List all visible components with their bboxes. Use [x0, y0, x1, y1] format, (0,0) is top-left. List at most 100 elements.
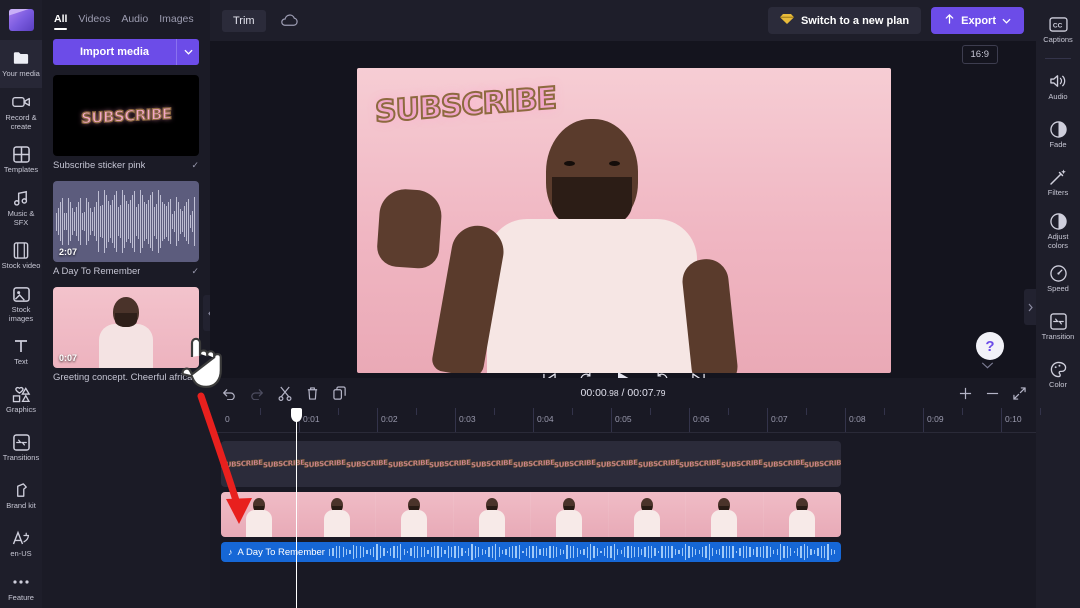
right-item-label: Fade — [1049, 140, 1067, 150]
media-thumbnail[interactable]: 2:07 — [53, 181, 199, 262]
sticker-frame: SUBSCRIBE — [762, 458, 805, 470]
playhead[interactable] — [291, 408, 302, 608]
ruler-tick-label: 0:09 — [927, 414, 944, 424]
right-item-audio[interactable]: Audio — [1037, 63, 1079, 111]
sidebar-item-text[interactable]: Text — [0, 328, 42, 376]
trash-icon[interactable] — [306, 386, 319, 401]
right-item-filters[interactable]: Filters — [1037, 159, 1079, 207]
right-item-captions[interactable]: CC Captions — [1037, 6, 1079, 54]
time-separator: / — [618, 387, 628, 399]
ruler-tick-label: 0:04 — [537, 414, 554, 424]
plus-icon[interactable] — [959, 387, 972, 400]
import-media-button[interactable]: Import media — [53, 39, 176, 65]
current-time: 00:00 — [580, 387, 607, 399]
total-time: 00:07 — [627, 387, 654, 399]
ruler-subtick — [806, 408, 807, 415]
right-item-color[interactable]: Color — [1037, 351, 1079, 399]
tab-images[interactable]: Images — [159, 13, 193, 30]
transition-icon — [12, 433, 30, 451]
duplicate-icon[interactable] — [333, 385, 347, 401]
sidebar-item-stock-images[interactable]: Stock images — [0, 280, 42, 328]
export-label: Export — [961, 14, 996, 27]
ruler-subtick — [1040, 408, 1041, 415]
ruler-tick-label: 0:10 — [1005, 414, 1022, 424]
aspect-ratio-button[interactable]: 16:9 — [961, 45, 998, 64]
collapse-right-panel-button[interactable] — [1024, 289, 1036, 325]
tab-videos[interactable]: Videos — [78, 13, 110, 30]
sidebar-item-stock-video[interactable]: Stock video — [0, 232, 42, 280]
ruler-tick-label: 0:08 — [849, 414, 866, 424]
right-item-speed[interactable]: Speed — [1037, 255, 1079, 303]
folder-icon — [12, 49, 30, 67]
sidebar-label: Record & create — [5, 113, 37, 131]
right-item-adjust-colors[interactable]: Adjust colors — [1037, 207, 1079, 255]
export-button[interactable]: Export — [931, 7, 1024, 34]
sidebar-item-feature[interactable]: Feature — [0, 568, 42, 608]
check-icon: ✓ — [191, 266, 199, 276]
tab-audio[interactable]: Audio — [121, 13, 148, 30]
media-thumbnail[interactable]: SUBSCRIBE — [53, 75, 199, 156]
sticker-frame: SUBSCRIBE — [554, 458, 596, 470]
palette-icon — [1050, 360, 1067, 378]
sticker-frame: SUBSCRIBE — [720, 458, 763, 470]
sticker-frame: SUBSCRIBE — [679, 458, 721, 470]
chevron-down-icon[interactable] — [176, 39, 199, 65]
timeline-ruler[interactable]: 0 0:01 0:02 0:03 0:04 0:05 0:06 0:07 0:08 0:09 0:1… — [210, 408, 1041, 433]
ruler-tick — [845, 408, 846, 432]
sidebar-item-templates[interactable]: Templates — [0, 136, 42, 184]
media-item-subscribe-sticker[interactable]: SUBSCRIBE Subscribe sticker pink ✓ — [53, 75, 199, 171]
sidebar-item-your-media[interactable]: Your media — [0, 40, 42, 88]
audio-waveform — [325, 542, 841, 562]
video-frame — [299, 492, 376, 537]
speaker-icon — [1049, 72, 1068, 90]
sidebar-item-record-create[interactable]: Record & create — [0, 88, 42, 136]
switch-plan-button[interactable]: Switch to a new plan — [767, 7, 922, 34]
sidebar-item-graphics[interactable]: Graphics — [0, 376, 42, 424]
chevron-down-icon[interactable] — [981, 356, 994, 374]
sidebar-label: Text — [14, 357, 28, 367]
video-preview-stage[interactable]: SUBSCRIBE — [357, 68, 891, 373]
media-item-a-day-to-remember[interactable]: 2:07 A Day To Remember ✓ — [53, 181, 199, 277]
transition-icon — [1049, 312, 1067, 330]
timeline-track-sticker[interactable]: SUBSCRIBE SUBSCRIBE SUBSCRIBE SUBSCRIBE SUBS… — [221, 441, 841, 487]
right-item-label: Filters — [1047, 188, 1069, 198]
scissors-icon[interactable] — [278, 386, 292, 401]
sidebar-item-music-sfx[interactable]: Music & SFX — [0, 184, 42, 232]
ruler-tick — [689, 408, 690, 432]
video-frame — [764, 492, 841, 537]
shapes-icon — [12, 385, 31, 403]
right-item-transition[interactable]: Transition — [1037, 303, 1079, 351]
music-note-icon: ♪ — [228, 547, 233, 557]
redo-icon[interactable] — [250, 387, 264, 400]
sticker-frame: SUBSCRIBE — [429, 458, 471, 470]
media-library-panel: All Videos Audio Images Import media SUB… — [42, 0, 217, 608]
undo-icon[interactable] — [222, 387, 236, 400]
sidebar-item-brand-kit[interactable]: Brand kit — [0, 472, 42, 520]
sticker-frame: SUBSCRIBE — [345, 458, 388, 470]
right-item-label: Color — [1049, 380, 1067, 390]
sidebar-label: Transitions — [2, 453, 40, 463]
ruler-tick — [767, 408, 768, 432]
sidebar-label: Graphics — [5, 405, 36, 415]
video-frame — [376, 492, 454, 537]
sidebar-item-language[interactable]: en-US — [0, 520, 42, 568]
sidebar-label: Stock video — [1, 261, 41, 271]
sidebar-item-transitions[interactable]: Transitions — [0, 424, 42, 472]
media-item-greeting-concept[interactable]: 0:07 Greeting concept. Cheerful africa — [53, 287, 199, 383]
sticker-frame: SUBSCRIBE — [470, 458, 513, 470]
subject-head — [545, 119, 638, 229]
timeline-track-audio[interactable]: ♪ A Day To Remember — [221, 542, 841, 562]
cloud-saved-icon[interactable] — [280, 14, 299, 27]
tab-all[interactable]: All — [54, 13, 68, 30]
preview-subject — [375, 119, 740, 373]
music-note-icon — [13, 189, 30, 207]
minus-icon[interactable] — [986, 387, 999, 400]
playhead-handle[interactable] — [291, 408, 302, 422]
fit-to-screen-icon[interactable] — [1013, 386, 1026, 400]
subject-body — [375, 187, 740, 373]
media-thumbnail[interactable]: 0:07 — [53, 287, 199, 368]
fade-icon — [1049, 120, 1067, 138]
timeline-track-video[interactable] — [221, 492, 841, 537]
trim-button[interactable]: Trim — [222, 9, 266, 32]
right-item-fade[interactable]: Fade — [1037, 111, 1079, 159]
